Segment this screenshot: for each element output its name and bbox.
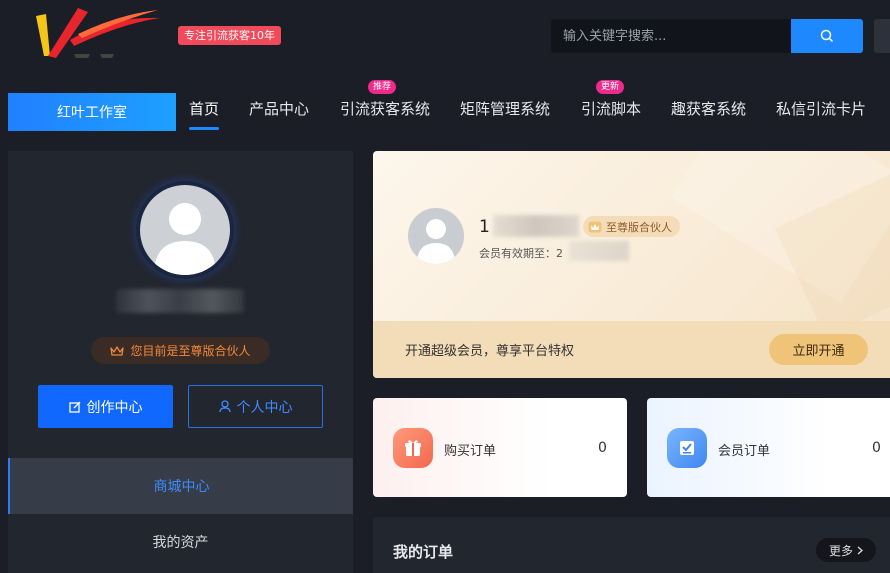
member-expire-label: 会员有效期至：2: [479, 247, 563, 260]
nav-item-home[interactable]: 首页: [189, 98, 219, 119]
vip-status-text: 您目前是至尊版合伙人: [130, 344, 251, 358]
user-sidebar: 您目前是至尊版合伙人 创作中心 个人中心 商城中心 我的资产: [8, 151, 353, 573]
update-badge: 更新: [596, 80, 625, 94]
member-orders-count: 0: [872, 440, 881, 456]
chevron-right-icon: [857, 546, 863, 554]
sidebar-item-mall[interactable]: 商城中心: [8, 458, 353, 514]
search-input[interactable]: [551, 19, 791, 53]
member-avatar: [408, 208, 464, 264]
crown-icon: [588, 221, 602, 232]
member-name-redacted: [493, 215, 579, 237]
my-orders-title: 我的订单: [393, 543, 454, 561]
member-expire-redacted: [569, 241, 629, 261]
personal-center-button[interactable]: 个人中心: [188, 385, 323, 428]
nav-item-fun-system[interactable]: 趣获客系统: [671, 98, 746, 119]
nav-item-products[interactable]: 产品中心: [249, 98, 309, 119]
member-level-text: 至尊版合伙人: [606, 220, 672, 234]
membership-card: 1 至尊版合伙人 会员有效期至：2 开通超级会员，尊享平台特权 立即开通: [373, 151, 890, 378]
membership-promo-text: 开通超级会员，尊享平台特权: [405, 344, 575, 359]
username-redacted: [116, 289, 244, 313]
create-center-button[interactable]: 创作中心: [38, 385, 173, 428]
crown-icon: [110, 345, 125, 356]
purchase-orders-label: 购买订单: [444, 444, 497, 459]
member-name: 1: [479, 217, 490, 237]
open-membership-button[interactable]: 立即开通: [769, 334, 868, 365]
nav-item-matrix-system[interactable]: 矩阵管理系统: [460, 98, 550, 119]
nav-active-indicator: [189, 127, 219, 130]
more-label: 更多: [828, 543, 853, 558]
avatar-ring: [136, 181, 234, 279]
sidebar-item-assets[interactable]: 我的资产: [8, 514, 353, 570]
nav-studio-button[interactable]: 红叶工作室: [8, 93, 176, 131]
member-orders-card[interactable]: 会员订单 0: [647, 398, 890, 497]
header-login-button[interactable]: [874, 19, 890, 53]
membership-promo-bar: 开通超级会员，尊享平台特权 立即开通: [373, 321, 890, 378]
member-orders-label: 会员订单: [718, 444, 771, 459]
purchase-orders-count: 0: [598, 440, 607, 456]
search-icon: [820, 29, 834, 43]
my-orders-panel: 我的订单 更多: [373, 517, 890, 573]
recommend-badge: 推荐: [368, 80, 397, 94]
personal-center-label: 个人中心: [236, 399, 293, 416]
user-icon: [218, 400, 231, 413]
nav-item-traffic-system[interactable]: 引流获客系统: [340, 98, 430, 119]
purchase-orders-card[interactable]: 购买订单 0: [373, 398, 627, 497]
header: 专注引流获客10年: [0, 0, 890, 80]
search-button[interactable]: [791, 19, 863, 53]
edit-icon: [68, 401, 80, 413]
gift-icon: [393, 428, 433, 468]
vip-status-badge: 您目前是至尊版合伙人: [91, 337, 270, 364]
create-center-label: 创作中心: [86, 399, 143, 416]
avatar[interactable]: [140, 185, 230, 275]
nav-item-scripts[interactable]: 引流脚本: [581, 98, 641, 119]
member-level-badge: 至尊版合伙人: [583, 216, 680, 237]
slogan-badge: 专注引流获客10年: [178, 26, 281, 45]
more-orders-button[interactable]: 更多: [816, 538, 876, 562]
site-logo[interactable]: [30, 6, 165, 64]
checklist-icon: [667, 428, 707, 468]
nav-item-dm-cards[interactable]: 私信引流卡片: [776, 98, 866, 119]
